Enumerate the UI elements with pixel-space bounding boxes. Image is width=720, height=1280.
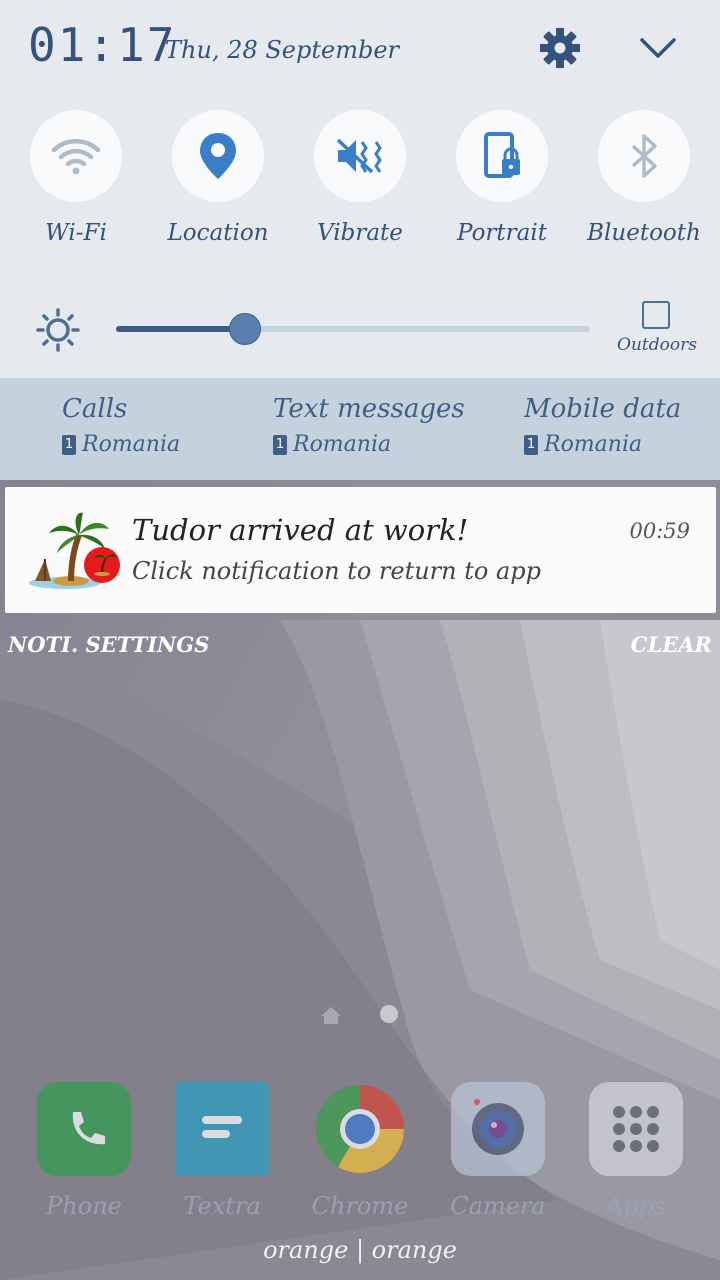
dock-app-chrome[interactable]: Chrome <box>290 1082 430 1220</box>
brightness-slider-fill <box>116 326 244 332</box>
status-date: Thu, 28 September <box>165 36 399 64</box>
wifi-icon <box>30 110 122 202</box>
dock-app-phone[interactable]: Phone <box>14 1082 154 1220</box>
chrome-icon <box>313 1082 407 1176</box>
page-indicator-dot <box>380 1005 398 1023</box>
sim-badge: 1 <box>524 434 538 455</box>
toggle-label: Location <box>167 220 269 246</box>
sim-title: Text messages <box>273 394 465 424</box>
dock-app-camera[interactable]: Camera <box>428 1082 568 1220</box>
phone-icon <box>37 1082 131 1176</box>
app-label: Apps <box>605 1192 667 1220</box>
toggle-portrait[interactable]: Portrait <box>432 110 572 250</box>
status-clock: 01:17 <box>28 18 177 72</box>
sim-title: Calls <box>62 394 128 424</box>
sim-badge: 1 <box>273 434 287 455</box>
notification-shade: 01:17 Thu, 28 September Wi-Fi Location V… <box>0 0 720 378</box>
outdoors-label: Outdoors <box>617 335 697 355</box>
brightness-sun-icon <box>36 308 80 352</box>
toggle-location[interactable]: Location <box>148 110 288 250</box>
vibrate-icon <box>314 110 406 202</box>
notification-time: 00:59 <box>629 519 690 543</box>
app-label: Textra <box>183 1192 261 1220</box>
textra-icon <box>175 1082 269 1176</box>
sim-carrier: Romania <box>544 432 643 457</box>
app-label: Phone <box>46 1192 122 1220</box>
carrier-label: orange | orange <box>263 1236 457 1264</box>
gear-icon[interactable] <box>536 24 584 72</box>
sim-text-messages[interactable]: Text messages 1 Romania <box>273 394 465 457</box>
sim-carrier: Romania <box>82 432 181 457</box>
app-label: Camera <box>450 1192 546 1220</box>
toggle-wifi[interactable]: Wi-Fi <box>6 110 146 250</box>
camera-icon <box>451 1082 545 1176</box>
noti-settings-button[interactable]: NOTI. SETTINGS <box>8 632 209 657</box>
chevron-down-icon[interactable] <box>634 26 682 70</box>
location-pin-icon <box>172 110 264 202</box>
toggle-label: Wi-Fi <box>45 220 107 246</box>
sim-selection-bar: Calls 1 Romania Text messages 1 Romania Mo… <box>0 378 720 480</box>
outdoors-checkbox[interactable] <box>642 301 670 329</box>
home-page-indicator-icon <box>321 1007 341 1024</box>
clear-button[interactable]: CLEAR <box>631 632 712 657</box>
dock-app-apps[interactable]: Apps <box>566 1082 706 1220</box>
sim-carrier: Romania <box>293 432 392 457</box>
notification-title: Tudor arrived at work! <box>132 513 469 547</box>
app-label: Chrome <box>311 1192 409 1220</box>
apps-grid-icon <box>589 1082 683 1176</box>
toggle-label: Portrait <box>457 220 547 246</box>
sim-calls[interactable]: Calls 1 Romania <box>62 394 180 457</box>
brightness-slider[interactable] <box>116 313 590 345</box>
palm-tree-app-icon <box>29 512 120 589</box>
portrait-lock-icon <box>456 110 548 202</box>
toggle-label: Bluetooth <box>587 220 701 246</box>
bluetooth-icon <box>598 110 690 202</box>
sim-badge: 1 <box>62 434 76 455</box>
toggle-bluetooth[interactable]: Bluetooth <box>574 110 714 250</box>
notification-text: Click notification to return to app <box>132 557 541 585</box>
toggle-label: Vibrate <box>317 220 403 246</box>
toggle-vibrate[interactable]: Vibrate <box>290 110 430 250</box>
notification-card[interactable]: Tudor arrived at work! Click notificatio… <box>5 487 716 613</box>
dock-app-textra[interactable]: Textra <box>152 1082 292 1220</box>
sim-mobile-data[interactable]: Mobile data 1 Romania <box>524 394 681 457</box>
brightness-slider-handle[interactable] <box>228 313 261 345</box>
sim-title: Mobile data <box>524 394 682 424</box>
